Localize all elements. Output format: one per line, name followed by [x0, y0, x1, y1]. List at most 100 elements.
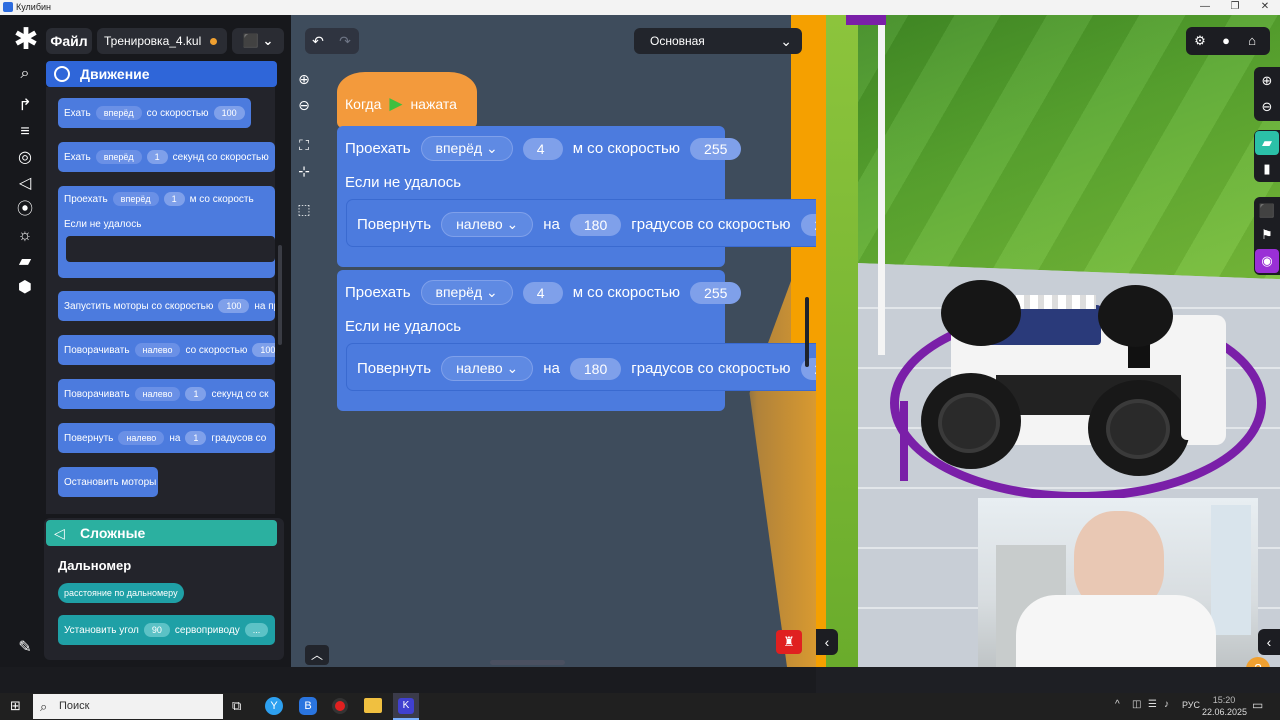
degrees-input[interactable]: 180: [569, 213, 622, 236]
redo-button[interactable]: ↷: [333, 29, 357, 53]
category-complex-header[interactable]: ◁ Сложные: [46, 520, 277, 546]
workspace-scrollbar[interactable]: [805, 297, 809, 367]
direction-dropdown[interactable]: вперёд ⌄: [420, 280, 513, 305]
scene-zoom-in-icon[interactable]: ⊕: [1255, 69, 1279, 93]
browser-icon[interactable]: В: [299, 697, 317, 715]
code-workspace[interactable]: ↶ ↷ Основная ⌄ ⊕ ⊖ ⛶ ⊹ ⬚ Когда ▶ нажата …: [291, 15, 816, 667]
maximize-button[interactable]: ❐: [1220, 0, 1250, 15]
tray-network-icon[interactable]: ◫: [1132, 699, 1141, 710]
settings-gear-icon[interactable]: ⚙: [1188, 29, 1212, 53]
notifications-icon[interactable]: ▭: [1252, 698, 1263, 712]
close-button[interactable]: ✕: [1250, 0, 1280, 15]
turn-block-2-row: Повернуть налево ⌄ на 180 градусов со ск…: [357, 356, 816, 381]
tray-language[interactable]: РУС: [1182, 700, 1200, 710]
marker-icon[interactable]: ▮: [1255, 157, 1279, 181]
palette-block-servo[interactable]: Установить угол 90 сервоприводу...: [58, 615, 275, 645]
speed-input[interactable]: 255: [690, 281, 742, 304]
scene-select[interactable]: Основная ⌄: [634, 28, 802, 54]
home-icon[interactable]: ⌂: [1240, 29, 1264, 53]
fit-screen-icon[interactable]: ⛶: [292, 133, 316, 157]
scene-wall-green: [826, 15, 858, 667]
robot-connectors: [1016, 295, 1096, 309]
filename-tab[interactable]: Тренировка_4.kul: [97, 28, 227, 54]
collapse-left-icon[interactable]: ‹: [816, 629, 838, 655]
eye-icon[interactable]: ◉: [1255, 249, 1279, 273]
tray-volume-icon[interactable]: ♪: [1164, 699, 1169, 710]
speed-input[interactable]: 255: [690, 137, 742, 160]
hat-when-label: Когда: [345, 96, 382, 112]
tray-chevron-icon[interactable]: ^: [1115, 699, 1120, 710]
taskbar-search[interactable]: ⌕ Поиск: [33, 694, 223, 719]
scene-ring-post: [900, 401, 908, 481]
left-panel: ✱ Файл Тренировка_4.kul ⬛ ⌄ ⌕ ↱ ≡ ◎ ◁ ⦿ …: [0, 15, 291, 667]
file-menu-button[interactable]: Файл: [46, 28, 92, 54]
flag-icon[interactable]: ⚑: [1255, 223, 1279, 247]
if-failed-label: Если не удалось: [345, 318, 462, 335]
zoom-in-icon[interactable]: ⊕: [292, 67, 316, 91]
tray-time[interactable]: 15:20: [1204, 695, 1244, 705]
tray-wifi-icon[interactable]: ☰: [1148, 699, 1157, 710]
clear-workspace-button[interactable]: ♜: [776, 630, 802, 654]
palette-block-drive-distance[interactable]: Проехать вперёд 1 м со скорость Если не уда…: [58, 186, 275, 278]
degrees-input[interactable]: 180: [569, 357, 622, 380]
turn-speed-input[interactable]: 255: [800, 213, 816, 236]
collapse-right-icon[interactable]: ‹: [1258, 629, 1280, 655]
if-failed-label: Если не удалось: [345, 174, 462, 191]
distance-input[interactable]: 4: [522, 281, 563, 304]
palette-slot: [66, 236, 275, 262]
task-view-icon[interactable]: ⧉: [232, 698, 241, 714]
undo-button[interactable]: ↶: [306, 29, 330, 53]
category-motion-header[interactable]: Движение: [46, 61, 277, 87]
palette-block-range-reporter[interactable]: расстояние по дальномеру: [58, 583, 184, 603]
motion-category-icon[interactable]: ↱: [14, 95, 36, 117]
search-icon[interactable]: ⌕: [14, 63, 36, 85]
simulation-view[interactable]: ⚙ ● ⌂ ⊕ ⊖ ▰ ▮ ⬛ ⚑ ◉ ‹ ‹ ?: [816, 15, 1280, 667]
center-icon[interactable]: ⊹: [292, 159, 316, 183]
robot-hub-left: [938, 393, 1000, 453]
search-placeholder: Поиск: [59, 700, 90, 712]
minimize-button[interactable]: —: [1190, 0, 1220, 15]
direction-dropdown[interactable]: вперёд ⌄: [420, 136, 513, 161]
robot-select-button[interactable]: ⬛ ⌄: [232, 28, 284, 54]
robot-icon[interactable]: ⬛: [1255, 199, 1279, 223]
palette-scrollbar[interactable]: [278, 245, 282, 345]
palette-block-turning-seconds[interactable]: Поворачивать налево 1 секунд со ск: [58, 379, 275, 409]
expand-up-icon[interactable]: ︿: [305, 645, 329, 665]
scene-flag: [846, 15, 886, 25]
distance-input[interactable]: 4: [522, 137, 563, 160]
complex-category-icon[interactable]: ◁: [14, 173, 36, 195]
control-category-icon[interactable]: ◎: [14, 147, 36, 169]
yandex-icon[interactable]: Y: [265, 697, 283, 715]
horizontal-scrollbar[interactable]: [490, 660, 565, 665]
eraser-icon[interactable]: ▰: [1255, 131, 1279, 155]
palette-block-drive-speed[interactable]: Ехать вперёд со скоростью 100: [58, 98, 251, 128]
actions-category-icon[interactable]: ▰: [14, 251, 36, 273]
turn-direction-dropdown[interactable]: налево ⌄: [441, 212, 534, 237]
folder-icon[interactable]: [364, 698, 382, 713]
palette-block-stop-motors[interactable]: Остановить моторы: [58, 467, 158, 497]
fullscreen-icon[interactable]: ⬚: [292, 197, 316, 221]
sensors-category-icon[interactable]: ⦿: [14, 199, 36, 221]
zoom-out-icon[interactable]: ⊖: [292, 93, 316, 117]
scene-pole: [878, 15, 885, 355]
palette-block-motors-start[interactable]: Запустить моторы со скоростью100на пр: [58, 291, 275, 321]
tray-date[interactable]: 22.06.2025: [1202, 707, 1247, 717]
record-icon[interactable]: [332, 698, 348, 714]
palette-block-turn-degrees[interactable]: Повернуть налево на 1 градусов со: [58, 423, 275, 453]
logic-category-icon[interactable]: ≡: [14, 121, 36, 143]
robot-wheel-rear-left: [941, 280, 1021, 346]
edit-icon[interactable]: ✎: [14, 637, 36, 659]
objects-category-icon[interactable]: ⬢: [14, 277, 36, 299]
webcam-poster: [1211, 505, 1251, 635]
turn-direction-dropdown[interactable]: налево ⌄: [441, 356, 534, 381]
kulibin-taskbar-button[interactable]: K: [393, 693, 419, 720]
kulibin-app-icon: K: [398, 698, 414, 714]
user-icon[interactable]: ●: [1214, 29, 1238, 53]
scene-zoom-out-icon[interactable]: ⊖: [1255, 95, 1279, 119]
hat-block[interactable]: Когда ▶ нажата: [337, 72, 477, 128]
drive-block-1-row: Проехать вперёд ⌄ 4 м со скоростью 255: [345, 136, 742, 161]
palette-block-turning-speed[interactable]: Поворачивать налево со скоростью 100: [58, 335, 275, 365]
palette-block-drive-seconds[interactable]: Ехать вперёд 1 секунд со скоростью: [58, 142, 275, 172]
light-category-icon[interactable]: ☼: [14, 225, 36, 247]
windows-start-icon[interactable]: ⊞: [10, 699, 24, 713]
